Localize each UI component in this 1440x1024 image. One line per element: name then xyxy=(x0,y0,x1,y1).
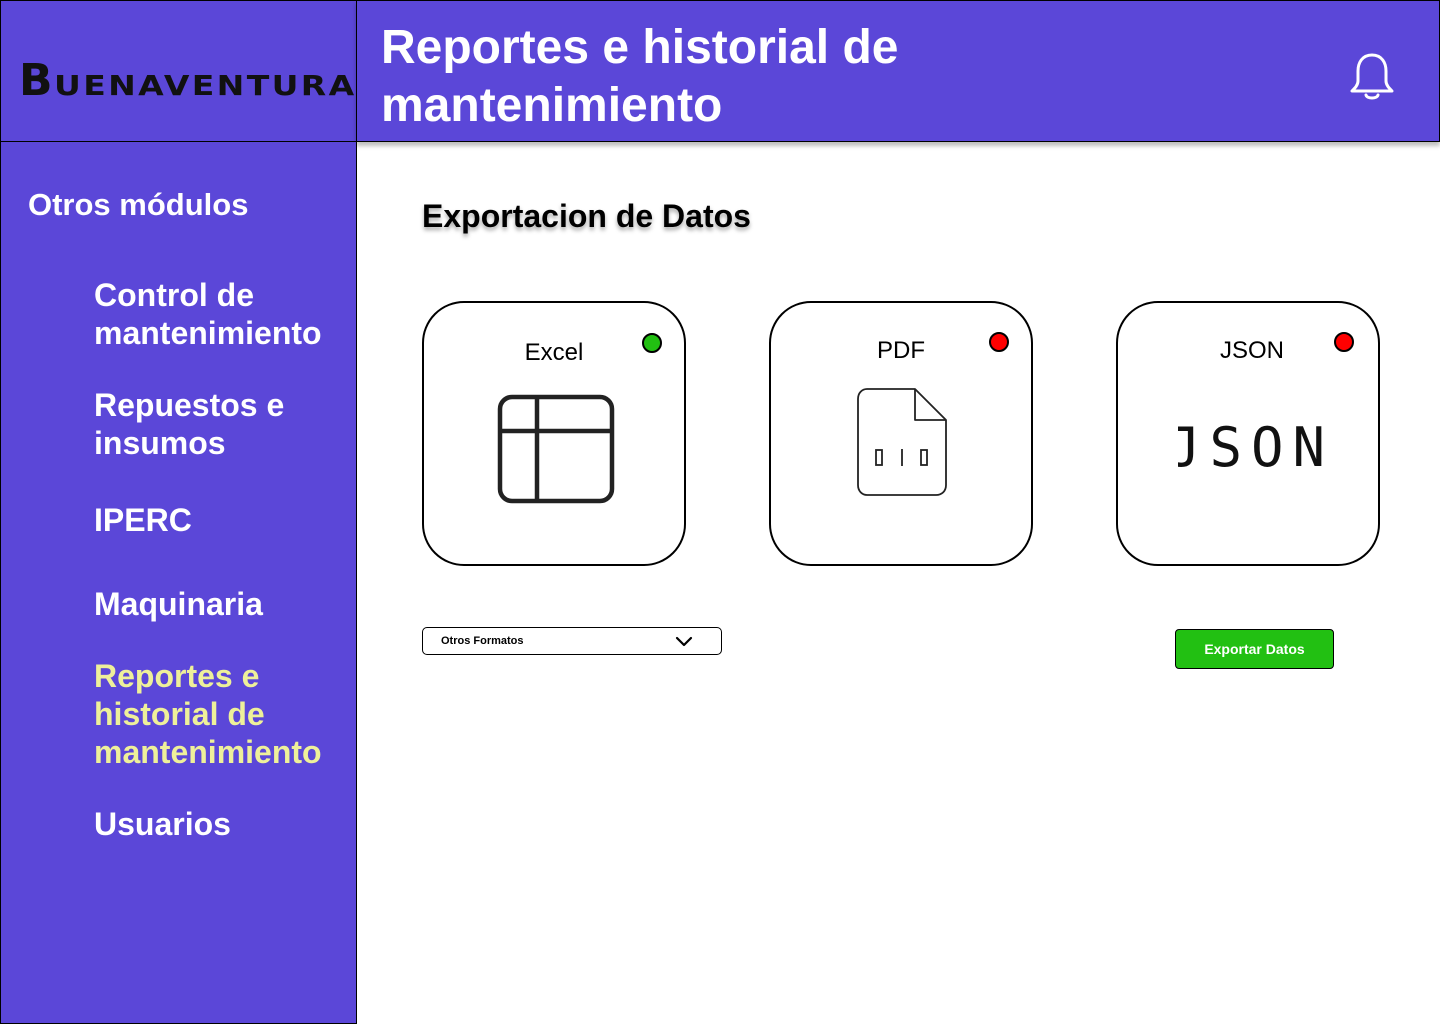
page-title: Reportes e historial de mantenimiento xyxy=(381,21,899,132)
brand-logo[interactable]: BUENAVENTURA xyxy=(19,55,354,106)
sidebar-item-control-mantenimiento[interactable]: Control de mantenimiento xyxy=(94,276,344,352)
sidebar: Otros módulos Control de mantenimiento R… xyxy=(0,141,357,1024)
status-dot-json xyxy=(1334,332,1354,352)
sidebar-heading: Otros módulos xyxy=(28,187,249,222)
section-title: Exportacion de Datos xyxy=(422,198,751,234)
status-dot-pdf xyxy=(989,332,1009,352)
status-dot-excel xyxy=(642,333,662,353)
sidebar-item-reportes-historial[interactable]: Reportes e historial de mantenimiento xyxy=(94,657,334,771)
sidebar-item-iperc[interactable]: IPERC xyxy=(94,501,344,539)
other-formats-dropdown[interactable]: Otros Formatos xyxy=(422,627,722,655)
top-header: Reportes e historial de mantenimiento xyxy=(356,0,1440,142)
logo-initial: B xyxy=(19,55,54,106)
binary-file-icon xyxy=(857,388,947,496)
json-icon-text: JSON xyxy=(1178,421,1324,469)
format-card-excel[interactable]: Excel xyxy=(422,301,686,566)
bell-icon[interactable] xyxy=(1349,51,1395,101)
logo-text: UENAVENTURA xyxy=(53,69,357,102)
sidebar-item-maquinaria[interactable]: Maquinaria xyxy=(94,585,344,623)
chevron-down-icon xyxy=(675,636,693,647)
other-formats-label: Otros Formatos xyxy=(441,635,524,647)
export-data-button[interactable]: Exportar Datos xyxy=(1175,629,1334,669)
format-card-pdf[interactable]: PDF xyxy=(769,301,1033,566)
logo-panel: BUENAVENTURA xyxy=(0,0,357,142)
json-icon: JSON xyxy=(1178,421,1324,469)
table-icon xyxy=(497,394,615,504)
sidebar-item-repuestos-insumos[interactable]: Repuestos e insumos xyxy=(94,386,344,462)
sidebar-item-usuarios[interactable]: Usuarios xyxy=(94,805,344,843)
format-card-json[interactable]: JSON JSON xyxy=(1116,301,1380,566)
